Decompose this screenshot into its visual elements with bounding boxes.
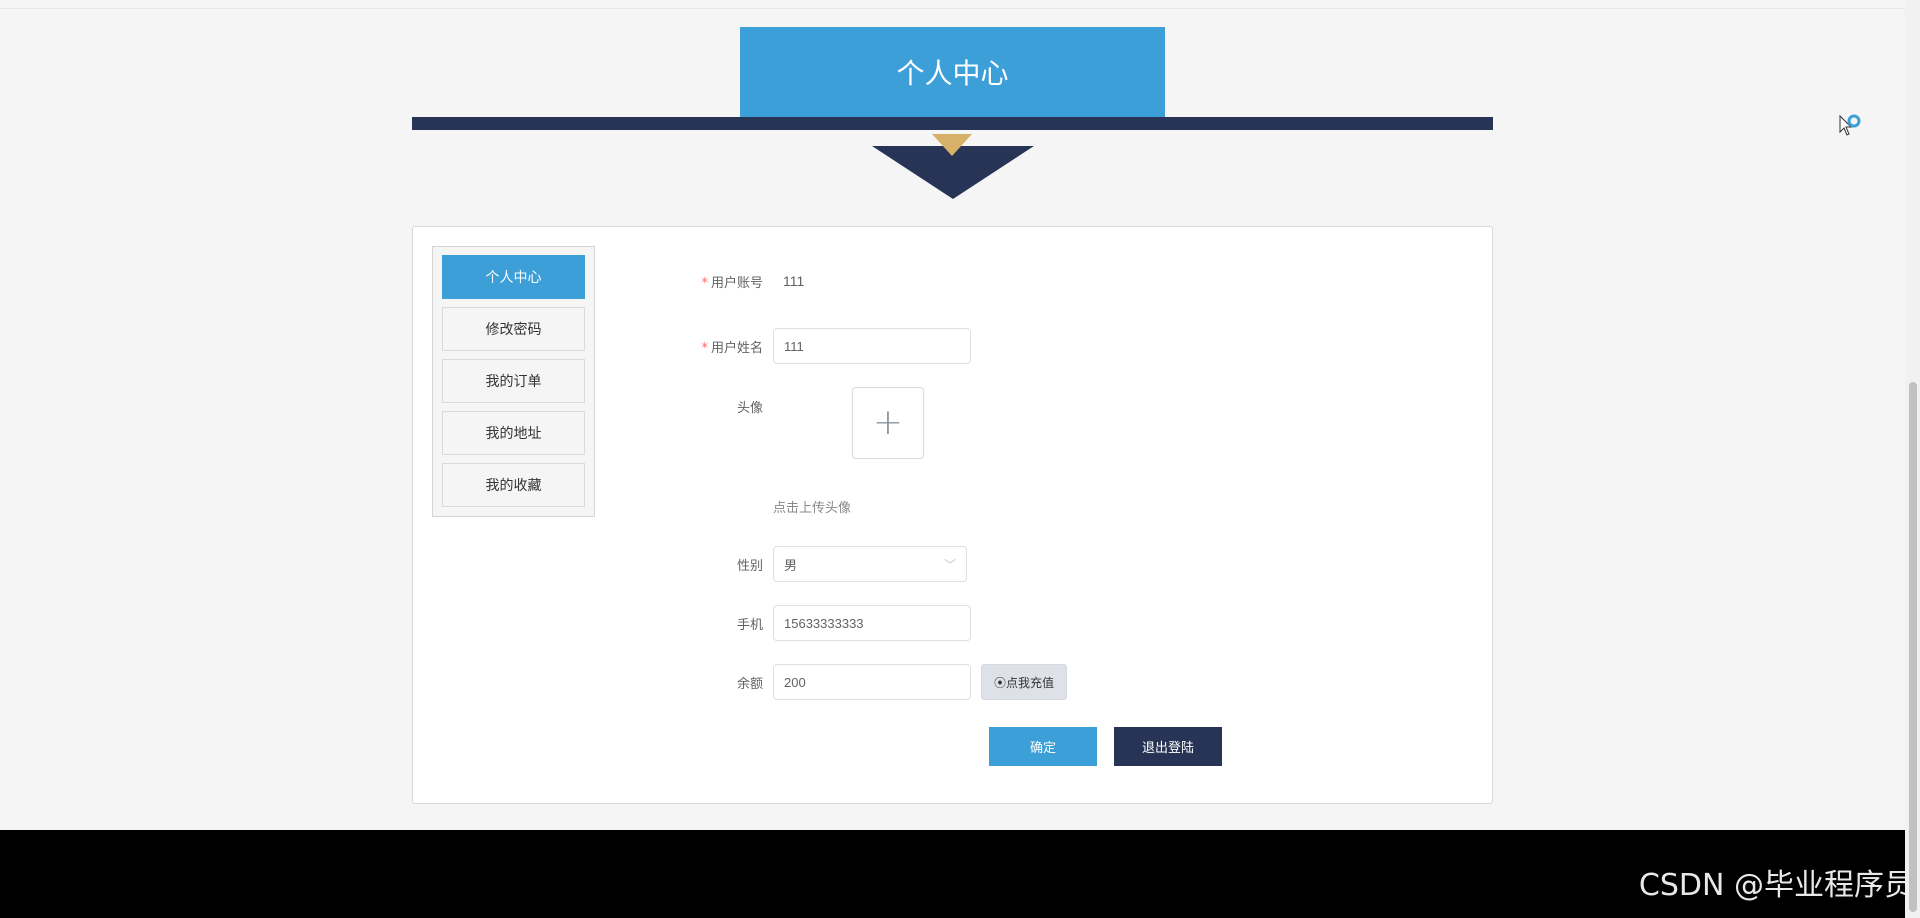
account-label: * 用户账号 [701,275,763,291]
chevron-down-icon: ﹀ [943,557,956,572]
watermark: CSDN @毕业程序员 [1638,868,1914,903]
avatar-row: 头像 [663,397,773,416]
phone-row: 手机 15633333333 [663,605,971,641]
page-title-banner: 个人中心 [740,27,1165,117]
sidebar-item-my-addresses[interactable]: 我的地址 [442,411,585,455]
top-divider [0,8,1905,9]
confirm-button[interactable]: 确定 [989,727,1097,766]
footer-bar [0,830,1920,918]
account-value: 111 [783,273,805,289]
logout-button[interactable]: 退出登陆 [1114,727,1222,766]
balance-label: 余额 [736,676,763,692]
avatar-label: 头像 [736,401,763,416]
page-title: 个人中心 [896,57,1009,90]
phone-label: 手机 [736,617,763,633]
gender-label: 性别 [736,558,763,574]
sidebar-item-change-password[interactable]: 修改密码 [442,307,585,351]
sidebar-item-profile[interactable]: 个人中心 [442,255,585,299]
cursor-icon [1839,114,1861,136]
recharge-button[interactable]: ⦿点我充值 [981,664,1068,700]
scrollbar-thumb[interactable] [1909,382,1917,912]
gender-value: 男 [784,558,798,574]
phone-input[interactable]: 15633333333 [773,605,971,641]
name-label: * 用户姓名 [701,340,763,356]
name-row: * 用户姓名 111 [663,328,971,364]
sidebar-item-my-favorites[interactable]: 我的收藏 [442,463,585,507]
avatar-upload-button[interactable]: + [852,387,924,459]
required-mark: * [701,340,708,356]
name-input[interactable]: 111 [773,328,971,364]
decorative-small-triangle [932,134,972,156]
balance-row: 余额 200 ⦿点我充值 [663,664,1068,700]
avatar-upload-tip: 点击上传头像 [773,501,852,516]
sidebar-menu: 个人中心 修改密码 我的订单 我的地址 我的收藏 [432,246,595,517]
gender-select[interactable]: 男 ﹀ [773,546,967,582]
balance-input[interactable]: 200 [773,664,971,700]
required-mark: * [701,275,708,291]
sidebar-item-my-orders[interactable]: 我的订单 [442,359,585,403]
title-underline-bar [412,117,1493,130]
plus-icon: + [872,402,904,443]
account-row: * 用户账号 111 [663,271,804,291]
profile-card: 个人中心 修改密码 我的订单 我的地址 我的收藏 * 用户账号 111 * 用户姓名… [412,226,1493,804]
gender-row: 性别 男 ﹀ [663,546,967,582]
